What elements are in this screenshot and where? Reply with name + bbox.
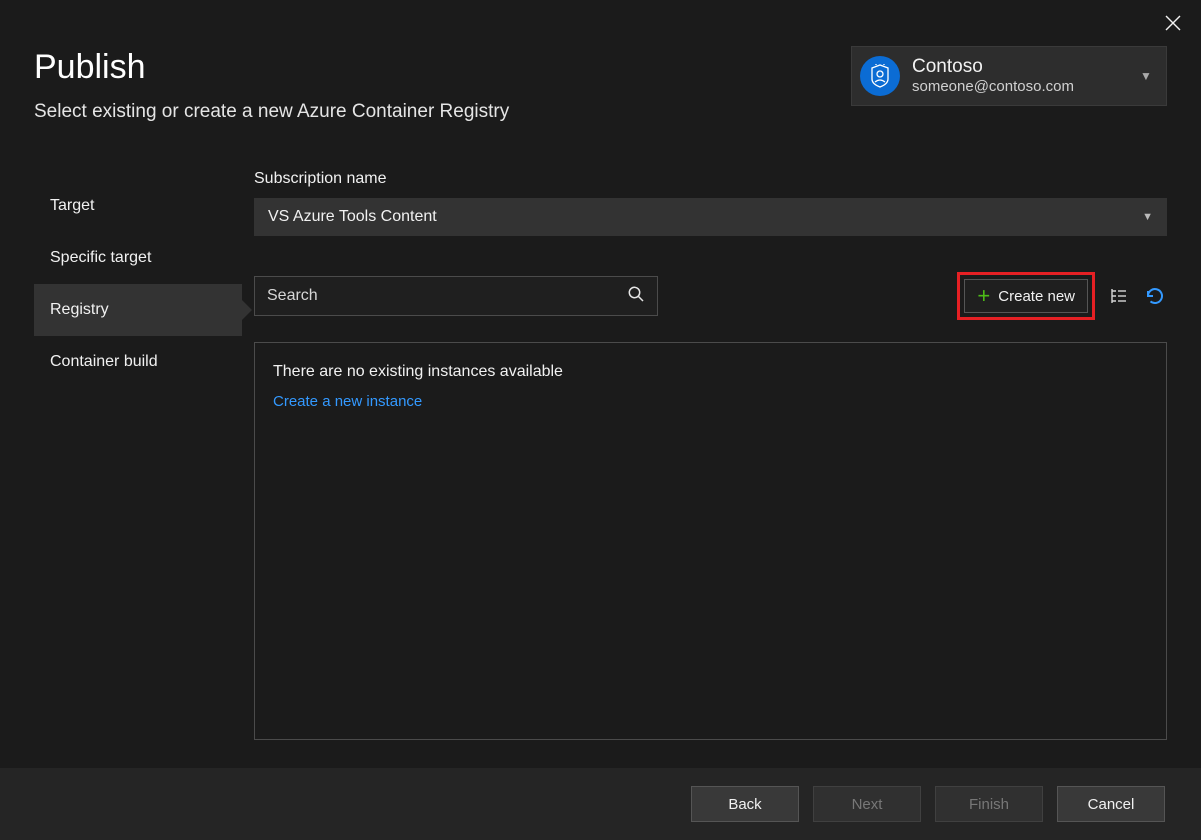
sidebar-item-label: Registry bbox=[50, 301, 109, 319]
subscription-dropdown[interactable]: VS Azure Tools Content ▼ bbox=[254, 198, 1167, 236]
sidebar-item-label: Container build bbox=[50, 353, 158, 371]
sidebar-item-label: Specific target bbox=[50, 249, 151, 267]
avatar bbox=[860, 56, 900, 96]
sidebar-item-container-build[interactable]: Container build bbox=[34, 336, 242, 388]
empty-state-message: There are no existing instances availabl… bbox=[273, 363, 1148, 381]
footer: Back Next Finish Cancel bbox=[0, 768, 1201, 840]
tree-view-button[interactable] bbox=[1107, 284, 1131, 308]
account-selector[interactable]: Contoso someone@contoso.com ▼ bbox=[851, 46, 1167, 106]
main-content: Subscription name VS Azure Tools Content… bbox=[254, 170, 1167, 740]
sidebar-item-registry[interactable]: Registry bbox=[34, 284, 242, 336]
account-text: Contoso someone@contoso.com bbox=[912, 56, 1134, 96]
finish-button: Finish bbox=[935, 786, 1043, 822]
search-box[interactable] bbox=[254, 276, 658, 316]
chevron-down-icon: ▼ bbox=[1134, 69, 1158, 83]
tree-icon bbox=[1109, 286, 1129, 306]
wizard-steps: Target Specific target Registry Containe… bbox=[34, 180, 242, 388]
subscription-value: VS Azure Tools Content bbox=[268, 208, 437, 226]
refresh-icon bbox=[1144, 285, 1166, 307]
sidebar-item-target[interactable]: Target bbox=[34, 180, 242, 232]
instances-list: There are no existing instances availabl… bbox=[254, 342, 1167, 740]
plus-icon: + bbox=[977, 287, 990, 305]
chevron-down-icon: ▼ bbox=[1142, 211, 1153, 223]
highlight-box: + Create new bbox=[957, 272, 1095, 320]
sidebar-item-specific-target[interactable]: Specific target bbox=[34, 232, 242, 284]
create-new-label: Create new bbox=[998, 288, 1075, 305]
badge-icon bbox=[869, 64, 891, 88]
publish-dialog: Publish Select existing or create a new … bbox=[0, 0, 1201, 840]
create-new-button[interactable]: + Create new bbox=[964, 279, 1088, 313]
account-email: someone@contoso.com bbox=[912, 78, 1134, 96]
create-instance-link[interactable]: Create a new instance bbox=[273, 393, 422, 410]
close-icon bbox=[1165, 15, 1181, 31]
cancel-button[interactable]: Cancel bbox=[1057, 786, 1165, 822]
sidebar-item-label: Target bbox=[50, 197, 94, 215]
next-button: Next bbox=[813, 786, 921, 822]
back-button[interactable]: Back bbox=[691, 786, 799, 822]
header: Publish Select existing or create a new … bbox=[34, 48, 1167, 123]
search-icon bbox=[627, 285, 645, 308]
toolbar: + Create new bbox=[254, 272, 1167, 320]
subscription-label: Subscription name bbox=[254, 170, 1167, 188]
account-name: Contoso bbox=[912, 56, 1134, 78]
close-button[interactable] bbox=[1155, 6, 1191, 42]
refresh-button[interactable] bbox=[1143, 284, 1167, 308]
search-input[interactable] bbox=[267, 287, 627, 305]
